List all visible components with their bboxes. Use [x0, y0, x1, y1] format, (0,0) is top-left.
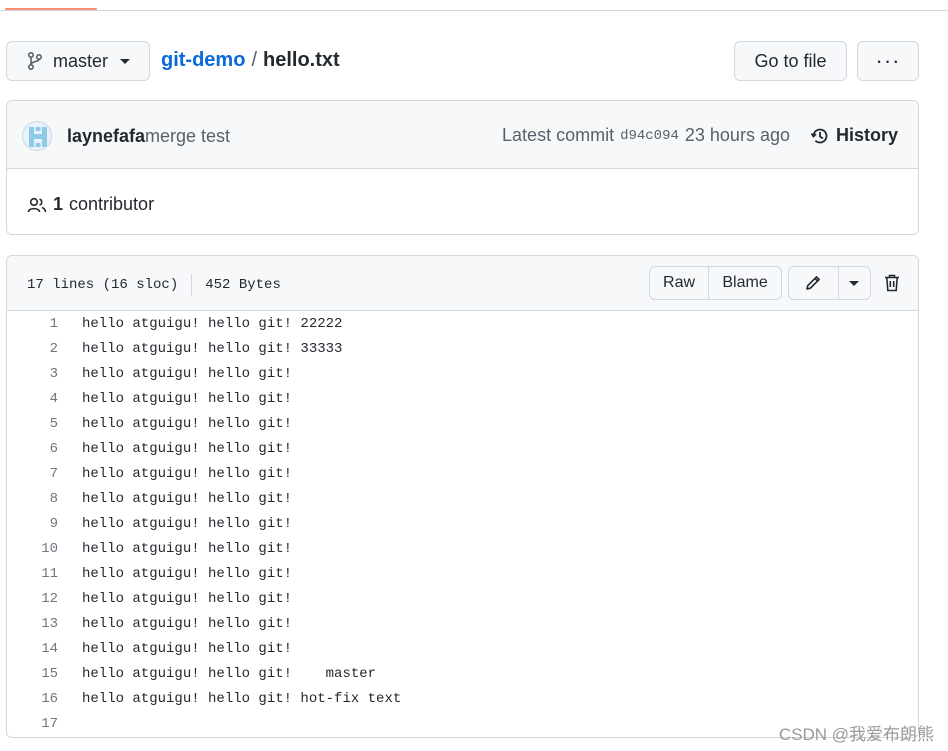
line-content: hello atguigu! hello git! 33333: [82, 340, 343, 357]
go-to-file-button[interactable]: Go to file: [734, 41, 847, 81]
latest-commit-box: laynefafa merge test Latest commit d94c0…: [6, 100, 919, 235]
contributor-count: 1: [53, 194, 64, 214]
code-line: 10 hello atguigu! hello git!: [7, 536, 918, 561]
line-content: hello atguigu! hello git!: [82, 415, 293, 432]
latest-commit-label: Latest commit: [502, 125, 615, 145]
line-number[interactable]: 3: [7, 366, 58, 382]
line-number[interactable]: 17: [7, 716, 58, 732]
line-number[interactable]: 2: [7, 341, 58, 357]
code-line: 6 hello atguigu! hello git!: [7, 436, 918, 461]
watermark-text: CSDN @我爱布朗熊: [778, 725, 934, 744]
line-content: hello atguigu! hello git!: [82, 590, 293, 607]
repo-link[interactable]: git-demo: [161, 49, 245, 72]
code-line: 7 hello atguigu! hello git!: [7, 461, 918, 486]
edit-group: [788, 266, 871, 300]
line-number[interactable]: 8: [7, 491, 58, 507]
line-content: hello atguigu! hello git! 22222: [82, 315, 343, 332]
file-viewer: 17 lines (16 sloc) 452 Bytes Raw Blame 1…: [6, 255, 919, 738]
line-number[interactable]: 7: [7, 466, 58, 482]
line-number[interactable]: 5: [7, 416, 58, 432]
line-number[interactable]: 1: [7, 316, 58, 332]
code-line: 11 hello atguigu! hello git!: [7, 561, 918, 586]
commit-message-link[interactable]: merge test: [145, 126, 230, 147]
file-info: 17 lines (16 sloc) 452 Bytes: [27, 274, 281, 296]
more-options-button[interactable]: ···: [857, 41, 919, 81]
file-name: hello.txt: [263, 49, 340, 71]
branch-select-button[interactable]: master: [6, 41, 150, 81]
file-info-divider: [191, 274, 193, 296]
code-line: 16 hello atguigu! hello git! hot-fix text: [7, 686, 918, 711]
code-line: 2 hello atguigu! hello git! 33333: [7, 336, 918, 361]
pencil-icon: [806, 276, 821, 290]
breadcrumb: git-demo / hello.txt: [161, 49, 340, 72]
file-size: 452 Bytes: [205, 277, 281, 293]
line-content: hello atguigu! hello git!: [82, 515, 293, 532]
raw-blame-group: Raw Blame: [649, 266, 782, 300]
top-nav-bar: [0, 0, 948, 11]
line-content: hello atguigu! hello git!: [82, 540, 293, 557]
line-content: hello atguigu! hello git!: [82, 440, 293, 457]
line-content: hello atguigu! hello git!: [82, 365, 293, 382]
avatar-identicon: [29, 127, 47, 147]
contributors-link[interactable]: 1 contributor: [27, 194, 154, 215]
delete-file-button[interactable]: [881, 272, 903, 294]
raw-button[interactable]: Raw: [650, 267, 708, 299]
line-number[interactable]: 12: [7, 591, 58, 607]
chevron-down-icon: [120, 58, 131, 64]
code-line: 14 hello atguigu! hello git!: [7, 636, 918, 661]
people-icon: [27, 197, 47, 212]
history-icon: [810, 128, 828, 143]
avatar[interactable]: [22, 121, 52, 151]
breadcrumb-separator: /: [251, 49, 257, 71]
line-content: hello atguigu! hello git!: [82, 615, 293, 632]
code-line: 12 hello atguigu! hello git!: [7, 586, 918, 611]
line-number[interactable]: 13: [7, 616, 58, 632]
line-number[interactable]: 14: [7, 641, 58, 657]
branch-label: master: [53, 50, 109, 71]
line-number[interactable]: 9: [7, 516, 58, 532]
line-number[interactable]: 15: [7, 666, 58, 682]
blame-button[interactable]: Blame: [708, 267, 781, 299]
line-number[interactable]: 4: [7, 391, 58, 407]
trash-icon: [885, 274, 899, 292]
file-lines-info: 17 lines (16 sloc): [27, 277, 179, 293]
code-line: 1 hello atguigu! hello git! 22222: [7, 311, 918, 336]
active-tab-underline: [5, 8, 97, 10]
line-number[interactable]: 11: [7, 566, 58, 582]
code-line: 15 hello atguigu! hello git! master: [7, 661, 918, 686]
history-link[interactable]: History: [810, 125, 898, 146]
line-content: hello atguigu! hello git! master: [82, 665, 377, 682]
line-number[interactable]: 16: [7, 691, 58, 707]
commit-meta: Latest commit d94c094 23 hours ago Histo…: [502, 125, 898, 146]
code-line: 13 hello atguigu! hello git!: [7, 611, 918, 636]
code-line: 5 hello atguigu! hello git!: [7, 411, 918, 436]
commit-time: 23 hours ago: [684, 125, 790, 145]
file-header: 17 lines (16 sloc) 452 Bytes Raw Blame: [7, 256, 918, 311]
code-line: 3 hello atguigu! hello git!: [7, 361, 918, 386]
line-content: hello atguigu! hello git!: [82, 490, 293, 507]
line-number[interactable]: 6: [7, 441, 58, 457]
commit-header: laynefafa merge test Latest commit d94c0…: [7, 101, 918, 169]
commit-author-link[interactable]: laynefafa: [67, 126, 145, 147]
line-content: hello atguigu! hello git! hot-fix text: [82, 690, 402, 707]
history-label: History: [835, 125, 898, 145]
git-branch-icon: [28, 52, 43, 70]
code-lines: 1 hello atguigu! hello git! 22222 2 hello a…: [7, 311, 918, 736]
code-line: 8 hello atguigu! hello git!: [7, 486, 918, 511]
line-content: hello atguigu! hello git!: [82, 390, 293, 407]
code-line: 9 hello atguigu! hello git!: [7, 511, 918, 536]
edit-options-dropdown[interactable]: [837, 267, 870, 299]
commit-sha-link[interactable]: d94c094: [620, 128, 679, 144]
code-line: 4 hello atguigu! hello git!: [7, 386, 918, 411]
contributor-label: contributor: [69, 194, 155, 214]
line-content: hello atguigu! hello git!: [82, 565, 293, 582]
line-content: hello atguigu! hello git!: [82, 465, 293, 482]
chevron-down-icon: [849, 280, 860, 286]
edit-button[interactable]: [789, 267, 838, 299]
line-number[interactable]: 10: [7, 541, 58, 557]
line-content: hello atguigu! hello git!: [82, 640, 293, 657]
